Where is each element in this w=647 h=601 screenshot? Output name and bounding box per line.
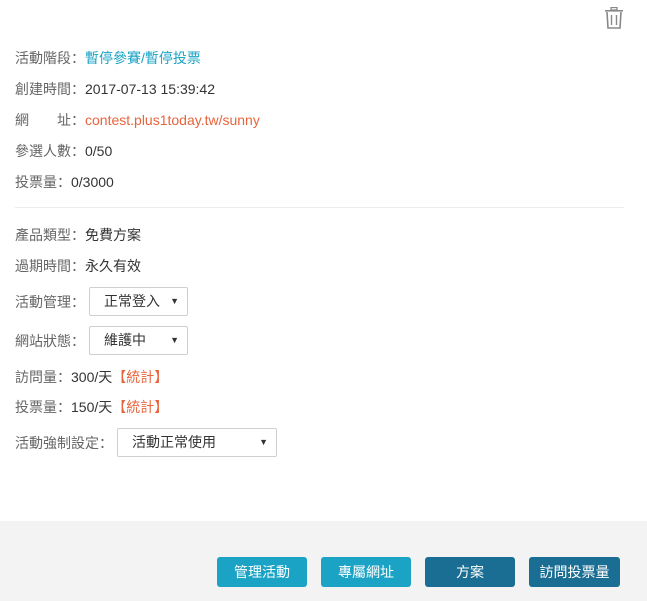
daily-votes-label: 投票量： (15, 399, 71, 415)
product-type-value: 免費方案 (85, 227, 141, 243)
participants-row: 參選人數： 0/50 (15, 141, 112, 161)
visit-votes-button[interactable]: 訪問投票量 (529, 557, 620, 587)
dedicated-url-button[interactable]: 專屬網址 (321, 557, 411, 587)
force-setting-select[interactable]: 活動正常使用 ▼ (117, 428, 277, 457)
trash-icon[interactable] (604, 7, 624, 29)
force-setting-selected: 活動正常使用 (132, 434, 216, 450)
visits-value: 300/天 (71, 369, 113, 385)
activity-manage-selected: 正常登入 (104, 293, 160, 309)
daily-votes-row: 投票量： 150/天 【統計】 (15, 397, 168, 417)
site-status-label: 網站狀態： (15, 332, 85, 349)
visits-row: 訪問量： 300/天 【統計】 (15, 367, 168, 387)
expiry-row: 過期時間： 永久有效 (15, 256, 141, 276)
votes-value: 0/3000 (71, 174, 114, 190)
product-type-row: 產品類型： 免費方案 (15, 225, 141, 245)
visits-stat-link[interactable]: 【統計】 (112, 367, 168, 387)
expiry-label: 過期時間： (15, 258, 85, 274)
caret-down-icon: ▼ (170, 296, 179, 306)
caret-down-icon: ▼ (170, 335, 179, 345)
manage-label: 活動管理： (15, 293, 85, 310)
activity-card: 活動階段： 暫停參賽/暫停投票 創建時間： 2017-07-13 15:39:4… (0, 0, 647, 601)
expiry-value: 永久有效 (85, 258, 141, 274)
visits-label: 訪問量： (15, 369, 71, 385)
participants-label: 參選人數： (15, 143, 85, 159)
caret-down-icon: ▼ (259, 437, 268, 447)
plan-button[interactable]: 方案 (425, 557, 515, 587)
stage-value: 暫停參賽/暫停投票 (85, 50, 201, 66)
site-status-row: 網站狀態： 維護中 ▼ (15, 326, 188, 355)
site-status-selected: 維護中 (104, 332, 146, 348)
activity-manage-select[interactable]: 正常登入 ▼ (89, 287, 188, 316)
contest-url-link[interactable]: contest.plus1today.tw/sunny (85, 110, 260, 130)
stage-label: 活動階段： (15, 50, 85, 66)
site-status-select[interactable]: 維護中 ▼ (89, 326, 188, 355)
daily-votes-value: 150/天 (71, 399, 113, 415)
force-setting-label: 活動強制設定： (15, 434, 113, 451)
votes-label: 投票量： (15, 174, 71, 190)
participants-value: 0/50 (85, 143, 113, 159)
product-type-label: 產品類型： (15, 227, 85, 243)
created-row: 創建時間： 2017-07-13 15:39:42 (15, 79, 215, 99)
created-value: 2017-07-13 15:39:42 (85, 81, 215, 97)
manage-activity-button[interactable]: 管理活動 (217, 557, 307, 587)
force-setting-row: 活動強制設定： 活動正常使用 ▼ (15, 428, 277, 457)
url-row: 網 址： contest.plus1today.tw/sunny (15, 110, 260, 130)
votes-row: 投票量： 0/3000 (15, 172, 114, 192)
created-label: 創建時間： (15, 81, 85, 97)
daily-votes-stat-link[interactable]: 【統計】 (112, 397, 168, 417)
divider (15, 207, 624, 208)
stage-row: 活動階段： 暫停參賽/暫停投票 (15, 48, 201, 68)
manage-row: 活動管理： 正常登入 ▼ (15, 287, 188, 316)
url-label: 網 址： (15, 112, 85, 128)
